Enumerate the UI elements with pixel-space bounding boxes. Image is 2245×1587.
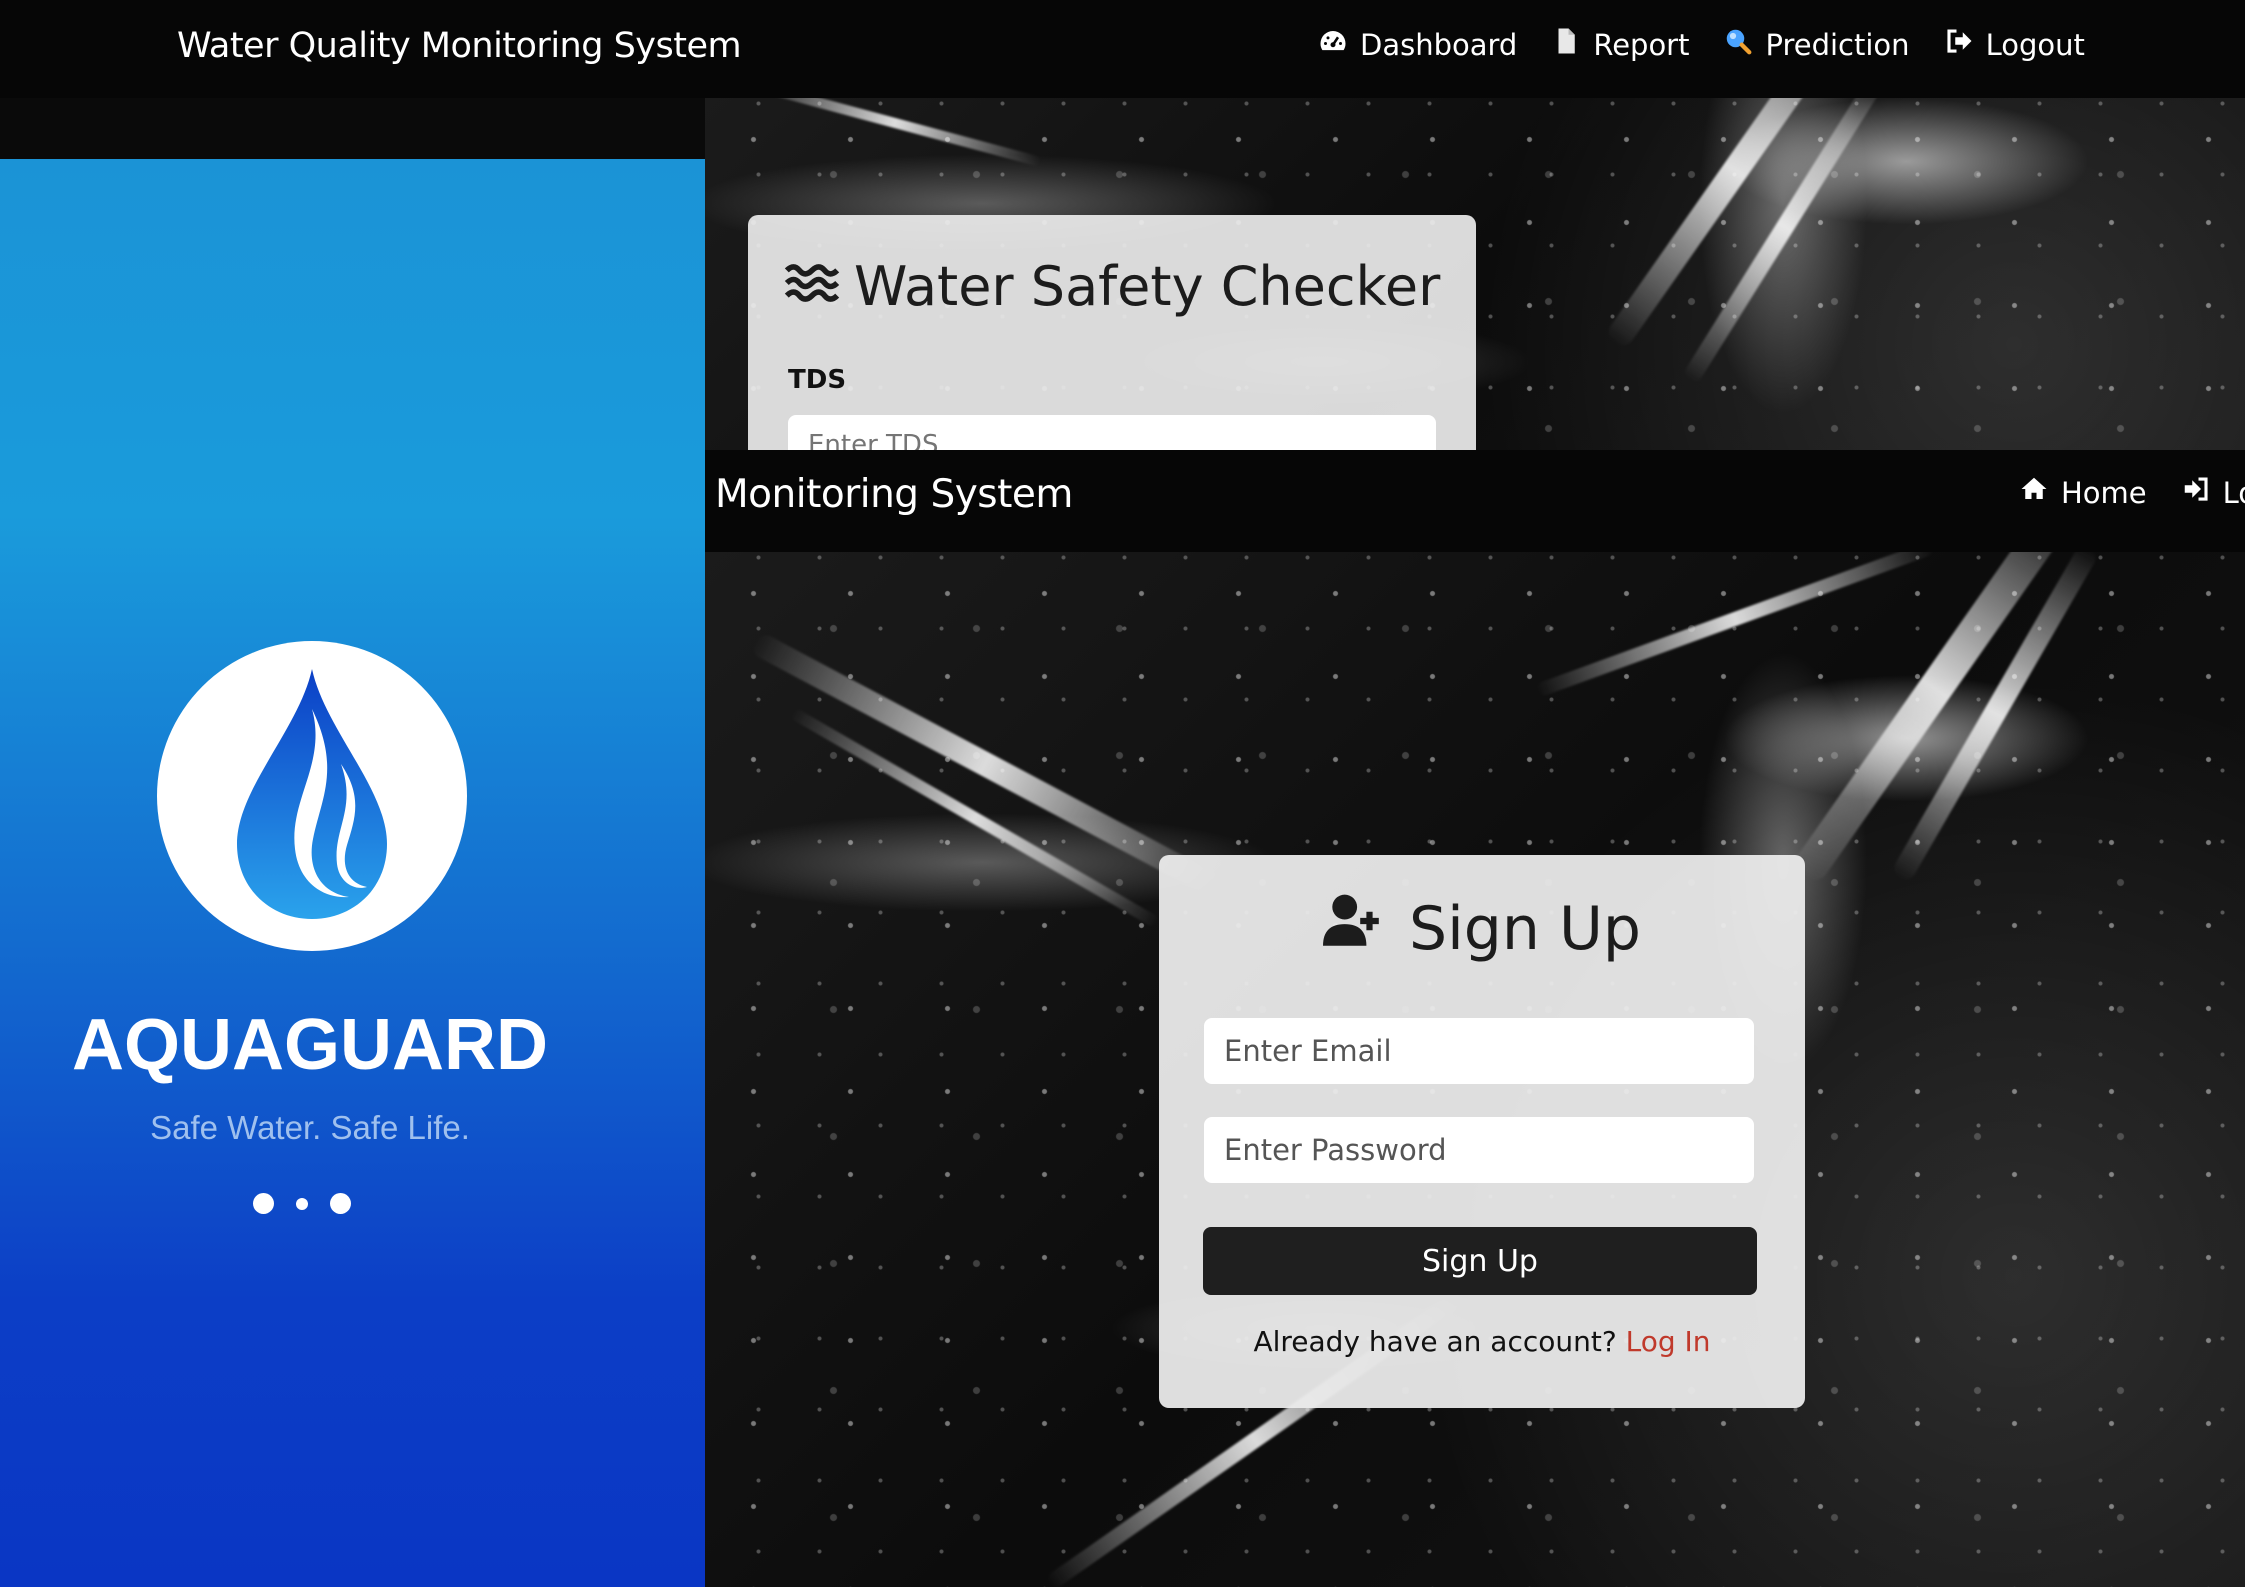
app-tagline: Safe Water. Safe Life. [150,1109,470,1146]
nav-logout[interactable]: Logout [1944,26,2085,63]
login-icon [2181,474,2211,511]
loading-dot [253,1193,274,1214]
navbar-brand[interactable]: Monitoring System [715,472,1073,517]
nav-dashboard-label: Dashboard [1360,27,1518,62]
login-link[interactable]: Log In [1626,1325,1711,1358]
app-logo [157,641,467,951]
login-prompt: Already have an account? Log In [1159,1325,1805,1358]
email-field[interactable] [1204,1018,1754,1084]
signup-page-screenshot: Monitoring System Home Lo Sign Up [705,450,2245,1587]
water-safety-checker-card: Water Safety Checker TDS [748,215,1476,475]
top-navbar: Water Quality Monitoring System Dashboar… [0,0,2245,98]
nav-login-label: Lo [2222,475,2245,510]
document-icon [1551,26,1581,63]
home-icon [2019,474,2049,511]
nav-prediction[interactable]: Prediction [1723,26,1910,63]
navbar-links: Home Lo [2019,474,2245,511]
signup-card: Sign Up Sign Up Already have an account?… [1159,855,1805,1408]
user-plus-icon [1323,893,1385,964]
speedometer-icon [1318,26,1348,63]
water-waves-icon [784,255,840,318]
nav-prediction-label: Prediction [1765,27,1910,62]
nav-report-label: Report [1593,27,1690,62]
checker-title: Water Safety Checker [784,255,1440,318]
tds-label: TDS [788,365,847,395]
login-prompt-text: Already have an account? [1253,1325,1617,1358]
nav-home[interactable]: Home [2019,474,2147,511]
nav-login[interactable]: Lo [2181,474,2245,511]
nav-report[interactable]: Report [1551,26,1689,63]
loading-dot [296,1197,308,1210]
nav-dashboard[interactable]: Dashboard [1318,26,1517,63]
logout-icon [1944,26,1974,63]
password-field[interactable] [1204,1117,1754,1183]
loading-indicator [253,1193,351,1214]
nav-logout-label: Logout [1985,27,2085,62]
navbar-brand[interactable]: Water Quality Monitoring System [177,26,742,66]
signup-button[interactable]: Sign Up [1203,1227,1757,1295]
nav-home-label: Home [2061,475,2147,510]
loading-dot [330,1193,351,1214]
signup-title: Sign Up [1159,893,1805,964]
app-name: AQUAGUARD [72,1005,548,1085]
mobile-splash-screen: AQUAGUARD Safe Water. Safe Life. [0,159,705,1587]
magnifier-icon [1723,26,1753,63]
navbar-links: Dashboard Report Prediction Logout [1318,26,2085,63]
signup-title-text: Sign Up [1409,893,1641,964]
top-navbar: Monitoring System Home Lo [705,450,2245,552]
checker-title-text: Water Safety Checker [854,255,1441,318]
